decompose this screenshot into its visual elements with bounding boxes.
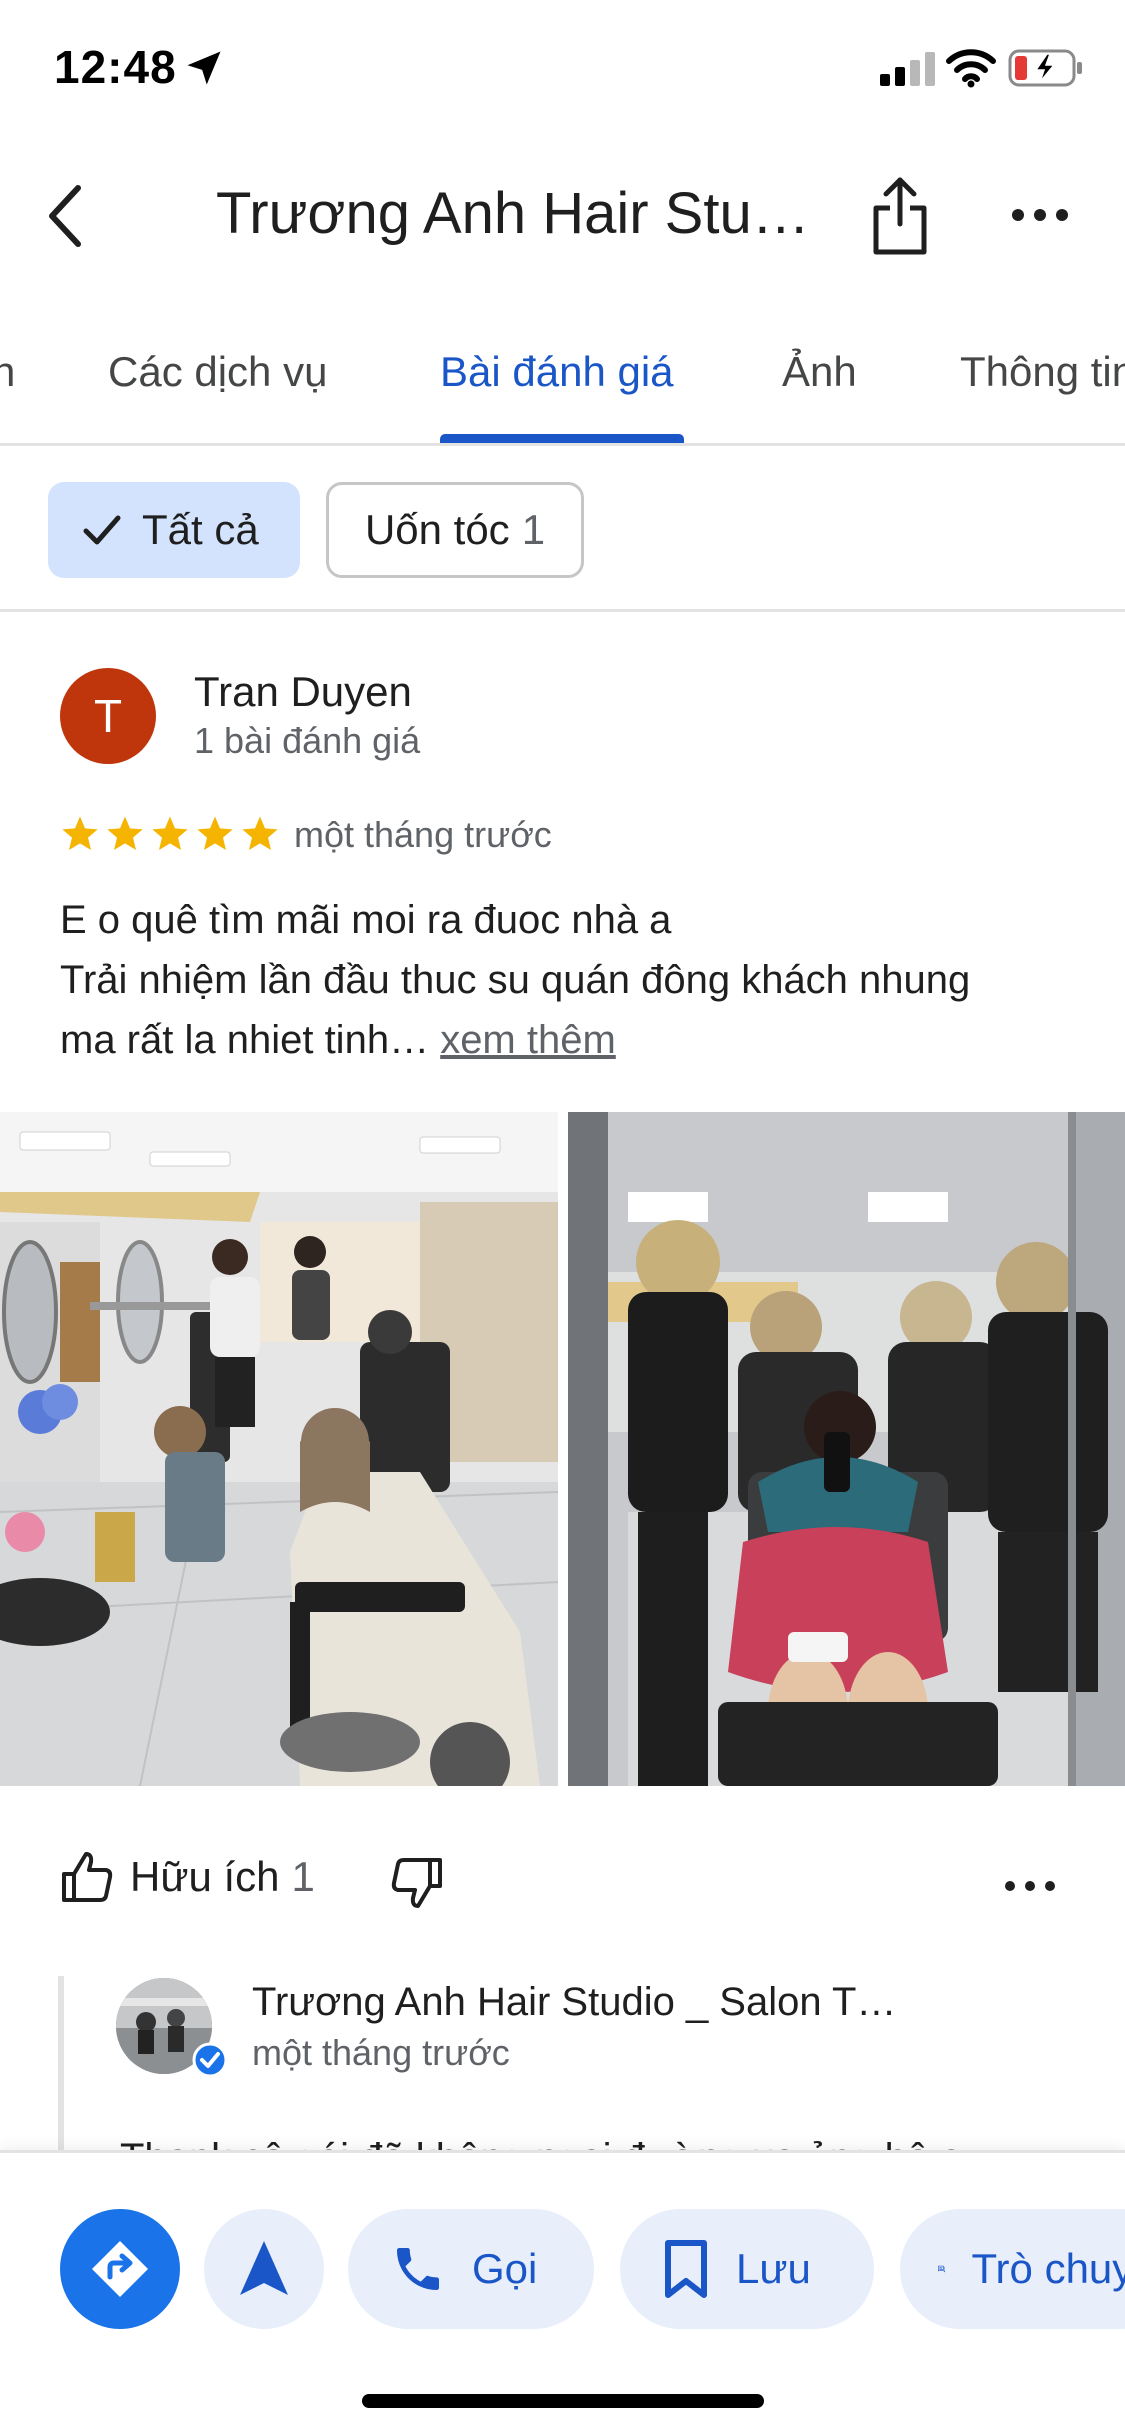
review-text-line: E o quê tìm mãi moi ra đuoc nhà a: [60, 898, 672, 942]
check-icon: [83, 515, 121, 545]
review-time: một tháng trước: [294, 814, 552, 855]
review-text: E o quê tìm mãi moi ra đuoc nhà a Trải n…: [60, 890, 1070, 1070]
chat-label: Trò chuyện: [971, 2245, 1125, 2292]
save-label: Lưu: [736, 2245, 811, 2292]
share-button[interactable]: [868, 174, 932, 258]
star-rating: [60, 814, 285, 854]
star-icon: [242, 816, 278, 850]
review-photo-stylists[interactable]: [568, 1112, 1125, 1786]
stylists-image: [568, 1112, 1125, 1786]
tab-bar: n Các dịch vụ Bài đánh giá Ảnh Thông tin: [0, 330, 1125, 446]
navigation-arrow-icon: [240, 2241, 288, 2295]
helpful-button[interactable]: Hữu ích 1: [60, 1850, 315, 1904]
directions-button[interactable]: [60, 2209, 180, 2329]
verified-badge-icon: [192, 2042, 228, 2078]
salon-interior-image: [0, 1112, 558, 1786]
filter-chip-perm[interactable]: Uốn tóc 1: [326, 482, 584, 578]
chat-button[interactable]: Trò chuyện: [900, 2209, 1125, 2329]
read-more-link[interactable]: xem thêm: [440, 1018, 616, 1062]
page-title: Trương Anh Hair Stu…: [216, 181, 810, 246]
tab-services[interactable]: Các dịch vụ: [108, 348, 327, 396]
helpful-label: Hữu ích: [130, 1853, 280, 1900]
call-label: Gọi: [472, 2245, 538, 2292]
owner-name: Trương Anh Hair Studio _ Salon T…: [252, 1980, 897, 2024]
tab-photos[interactable]: Ảnh: [782, 348, 857, 396]
call-button[interactable]: Gọi: [348, 2209, 594, 2329]
battery-charging-icon: [1008, 49, 1082, 87]
owner-reply: Trương Anh Hair Studio _ Salon T… một th…: [58, 1976, 1125, 2180]
tab-indicator: [440, 434, 684, 443]
tab-about[interactable]: Thông tin: [960, 348, 1125, 396]
more-horizontal-icon: [1012, 209, 1068, 221]
save-button[interactable]: Lưu: [620, 2209, 874, 2329]
review-photo-salon-interior[interactable]: [0, 1112, 558, 1786]
star-icon: [197, 816, 233, 850]
tab-reviews[interactable]: Bài đánh giá: [440, 348, 674, 396]
star-icon: [152, 816, 188, 850]
share-icon: [873, 177, 927, 255]
filter-chip-all[interactable]: Tất cả: [48, 482, 300, 578]
filter-chip-perm-count: 1: [521, 506, 546, 553]
thumbs-down-icon[interactable]: [390, 1856, 444, 1910]
helpful-count: 1: [291, 1853, 315, 1900]
start-navigation-button[interactable]: [204, 2209, 324, 2329]
filter-chip-perm-label: Uốn tóc: [364, 506, 510, 553]
review-actions: Hữu ích 1: [0, 1842, 1125, 1922]
chat-icon: [938, 2265, 946, 2273]
star-icon: [107, 816, 143, 850]
more-options-button[interactable]: [1010, 200, 1070, 230]
review-more-icon[interactable]: [1004, 1876, 1056, 1896]
star-icon: [62, 816, 98, 850]
review-author-meta: 1 bài đánh giá: [194, 720, 421, 761]
avatar[interactable]: T: [60, 668, 156, 764]
directions-icon: [92, 2241, 148, 2297]
review-filters: Tất cả Uốn tóc 1: [0, 446, 1125, 612]
review-text-line: Trải nhiệm lần đầu thuc su quán đông khá…: [60, 958, 971, 1002]
owner-reply-time: một tháng trước: [252, 2032, 510, 2073]
review-author-name[interactable]: Tran Duyen: [194, 668, 412, 716]
filter-chip-all-label: Tất cả: [142, 506, 259, 553]
home-indicator[interactable]: [362, 2394, 764, 2408]
wifi-icon: [946, 49, 996, 88]
thumbs-up-icon: [62, 1852, 113, 1902]
tab-overview[interactable]: n: [0, 348, 15, 396]
bookmark-icon: [665, 2240, 707, 2298]
location-arrow-icon: [187, 51, 221, 85]
status-time: 12:48: [54, 41, 177, 93]
review-photos: [0, 1112, 1125, 1786]
back-button[interactable]: [36, 180, 96, 252]
review-text-line: ma rất la nhiet tinh…: [60, 1018, 430, 1062]
status-bar: 12:48: [0, 0, 1125, 140]
chevron-left-icon: [49, 185, 81, 247]
phone-icon: [397, 2248, 439, 2290]
top-app-bar: Trương Anh Hair Stu…: [0, 160, 1125, 270]
cellular-signal-icon: [880, 52, 935, 86]
